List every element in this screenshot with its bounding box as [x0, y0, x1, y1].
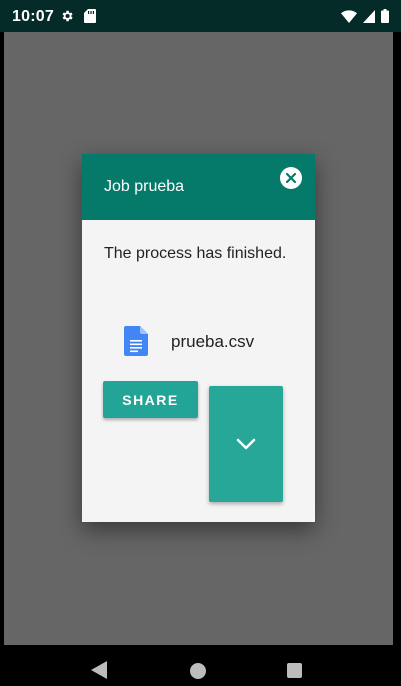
device-frame: 10:07 Job prueba The process has finishe… [0, 0, 401, 686]
recents-icon[interactable] [287, 663, 302, 678]
status-time: 10:07 [12, 8, 54, 25]
expand-button[interactable] [209, 386, 283, 502]
home-icon[interactable] [190, 663, 206, 679]
sd-card-icon [84, 9, 96, 23]
file-name: prueba.csv [171, 332, 255, 351]
status-message: The process has finished. [104, 245, 287, 262]
status-right-icons [341, 9, 389, 23]
battery-icon [381, 9, 389, 23]
share-button-label: SHARE [122, 391, 179, 408]
chevron-down-icon [236, 438, 256, 450]
wifi-icon [341, 9, 357, 23]
close-icon [286, 173, 296, 183]
navigation-bar [0, 645, 401, 686]
google-docs-file-icon [124, 326, 148, 356]
dialog-title: Job prueba [104, 178, 185, 195]
job-dialog: Job prueba The process has finished. pru… [82, 154, 315, 522]
close-button[interactable] [280, 167, 302, 189]
status-bar: 10:07 [0, 0, 401, 32]
dialog-header: Job prueba [82, 154, 315, 220]
back-icon[interactable] [91, 661, 107, 679]
status-left-icons [60, 9, 96, 23]
settings-icon [62, 10, 73, 22]
share-button[interactable]: SHARE [103, 381, 198, 418]
cell-signal-icon [363, 9, 375, 23]
